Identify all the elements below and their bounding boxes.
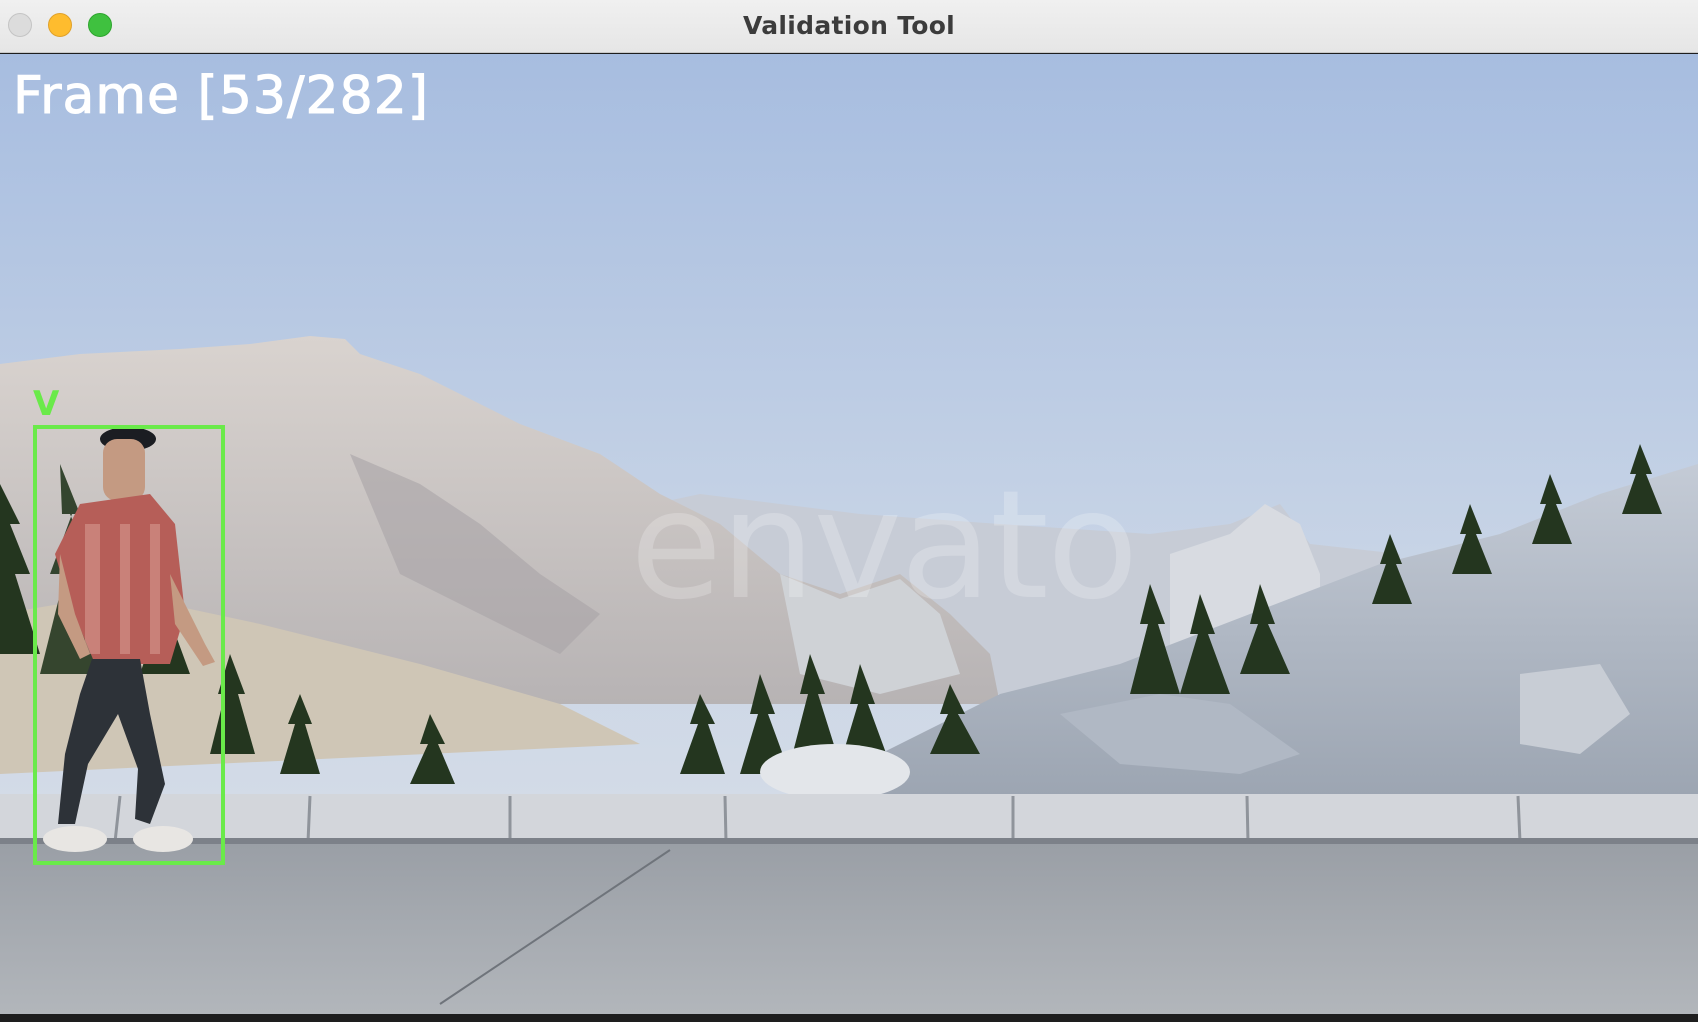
detection-label: V [33, 384, 60, 424]
window-bottom-edge [0, 1014, 1698, 1022]
window-title: Validation Tool [742, 11, 956, 40]
video-frame-viewport[interactable]: envato Frame [53/282] V [0, 54, 1698, 1014]
window-titlebar[interactable]: Validation Tool [0, 0, 1698, 53]
video-watermark: envato [630, 459, 1139, 633]
frame-counter-label: Frame [53/282] [12, 66, 430, 127]
detection-bounding-box[interactable] [33, 425, 225, 865]
